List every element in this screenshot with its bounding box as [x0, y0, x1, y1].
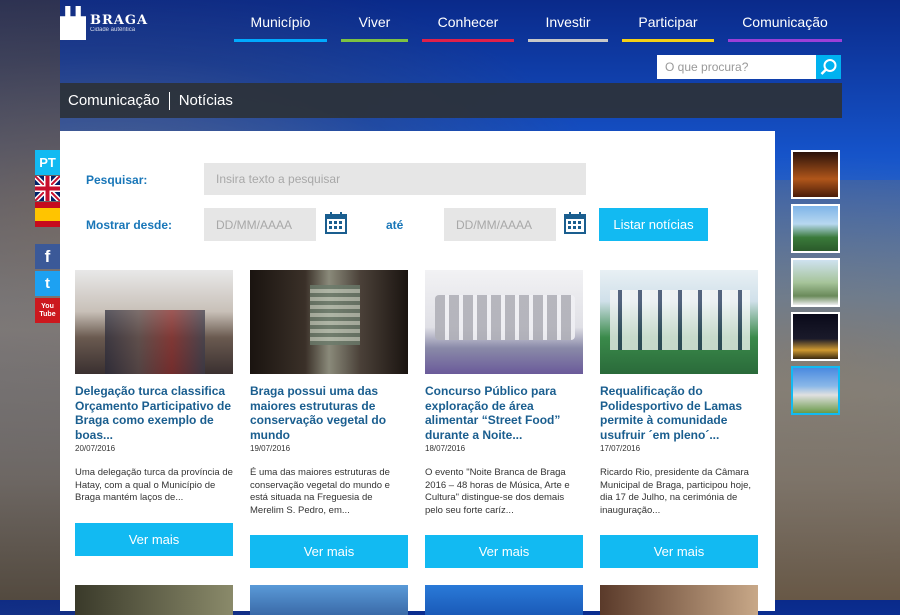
news-image[interactable]	[75, 270, 233, 374]
main-nav: Município Viver Conhecer Investir Partic…	[234, 12, 842, 42]
calendar-icon[interactable]	[564, 212, 586, 234]
nav-label: Conhecer	[437, 14, 499, 30]
logo-name: BRAGA	[90, 12, 149, 28]
list-news-button[interactable]: Listar notícias	[599, 208, 708, 241]
news-image[interactable]	[250, 585, 408, 615]
nav-label: Participar	[638, 14, 698, 30]
castle-logo-icon	[60, 6, 86, 40]
news-date: 17/07/2016	[600, 444, 641, 453]
nav-item-viver[interactable]: Viver	[341, 12, 408, 42]
site-search-input[interactable]	[657, 55, 816, 79]
news-card: Delegação turca classifica Orçamento Par…	[75, 270, 233, 505]
news-image[interactable]	[600, 585, 758, 615]
nav-label: Investir	[545, 14, 591, 30]
nav-label: Comunicação	[742, 14, 828, 30]
news-title[interactable]: Concurso Público para exploração de área…	[425, 384, 583, 442]
news-image[interactable]	[250, 270, 408, 374]
search-icon	[820, 59, 836, 75]
date-from-input[interactable]	[204, 208, 316, 241]
calendar-icon[interactable]	[325, 212, 347, 234]
braga-logo[interactable]: BRAGA Cidade autêntica	[60, 6, 148, 40]
nav-item-comunicacao[interactable]: Comunicação	[728, 12, 842, 42]
news-date: 19/07/2016	[250, 444, 291, 453]
ver-mais-button[interactable]: Ver mais	[250, 535, 408, 568]
news-date: 18/07/2016	[425, 444, 466, 453]
breadcrumb-separator	[168, 91, 170, 110]
gallery-thumb-1[interactable]	[791, 150, 840, 199]
news-image[interactable]	[425, 585, 583, 615]
breadcrumb: Comunicação Notícias	[60, 83, 842, 118]
es-flag-icon[interactable]	[35, 202, 60, 227]
date-to-input[interactable]	[444, 208, 556, 241]
language-pt[interactable]: PT	[35, 150, 60, 175]
nav-item-participar[interactable]: Participar	[622, 12, 714, 42]
news-title[interactable]: Braga possui uma das maiores estruturas …	[250, 384, 408, 442]
nav-label: Município	[250, 14, 311, 30]
date-from-label: Mostrar desde:	[86, 218, 173, 232]
news-title[interactable]: Requalificação do Polidesportivo de Lama…	[600, 384, 758, 442]
news-date: 20/07/2016	[75, 444, 116, 453]
breadcrumb-current: Notícias	[178, 92, 233, 109]
news-excerpt: Ricardo Rio, presidente da Câmara Munici…	[600, 467, 752, 516]
ver-mais-button[interactable]: Ver mais	[75, 523, 233, 556]
news-card: Requalificação do Polidesportivo de Lama…	[600, 270, 758, 517]
breadcrumb-section[interactable]: Comunicação	[68, 92, 160, 109]
news-title[interactable]: Delegação turca classifica Orçamento Par…	[75, 384, 233, 442]
search-label: Pesquisar:	[86, 173, 148, 187]
nav-item-municipio[interactable]: Município	[234, 12, 327, 42]
news-image[interactable]	[600, 270, 758, 374]
nav-label: Viver	[358, 14, 391, 30]
news-excerpt: É uma das maiores estruturas de conserva…	[250, 467, 390, 516]
twitter-icon[interactable]: t	[35, 271, 60, 296]
gallery-thumb-2[interactable]	[791, 204, 840, 253]
news-image[interactable]	[425, 270, 583, 374]
date-to-label: até	[386, 218, 404, 232]
gallery-thumb-3[interactable]	[791, 258, 840, 307]
news-panel: Pesquisar: Mostrar desde: até Listar not…	[60, 131, 775, 615]
ver-mais-button[interactable]: Ver mais	[425, 535, 583, 568]
gallery-thumb-4[interactable]	[791, 312, 840, 361]
logo-tagline: Cidade autêntica	[90, 26, 136, 33]
en-flag-icon[interactable]	[33, 174, 62, 203]
ver-mais-button[interactable]: Ver mais	[600, 535, 758, 568]
nav-item-investir[interactable]: Investir	[528, 12, 608, 42]
facebook-icon[interactable]: f	[35, 244, 60, 269]
news-image[interactable]	[75, 585, 233, 615]
news-card: Braga possui uma das maiores estruturas …	[250, 270, 408, 517]
youtube-icon[interactable]: You Tube	[35, 298, 60, 323]
site-search-button[interactable]	[816, 55, 841, 79]
nav-item-conhecer[interactable]: Conhecer	[422, 12, 514, 42]
news-excerpt: O evento "Noite Branca de Braga 2016 – 4…	[425, 467, 570, 516]
news-excerpt: Uma delegação turca da província de Hata…	[75, 467, 233, 503]
news-search-input[interactable]	[204, 163, 586, 195]
news-card: Concurso Público para exploração de área…	[425, 270, 583, 517]
gallery-thumb-5[interactable]	[791, 366, 840, 415]
